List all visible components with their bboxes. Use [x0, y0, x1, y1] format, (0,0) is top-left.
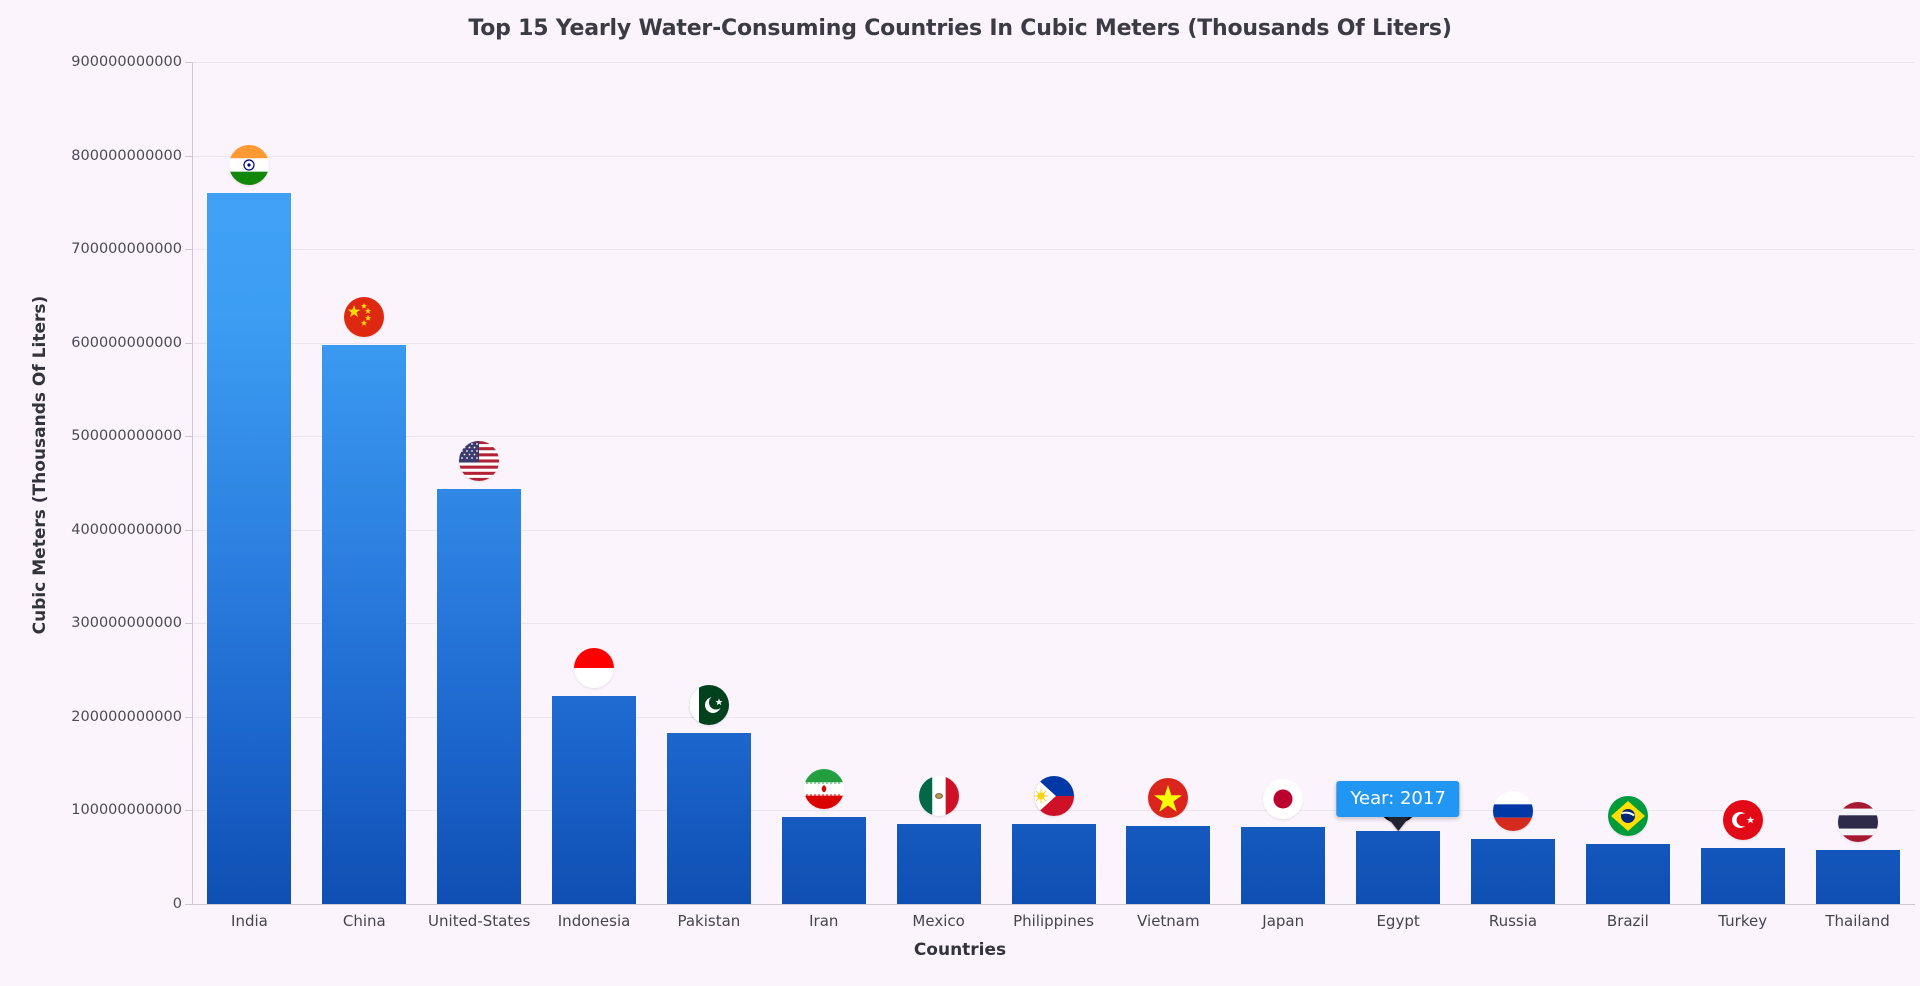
iran-flag-icon: [803, 768, 844, 809]
bar-indonesia[interactable]: [552, 696, 637, 904]
x-tick-label-thailand: Thailand: [1825, 912, 1890, 930]
indonesia-flag-icon: [574, 648, 615, 689]
x-tick-label-pakistan: Pakistan: [677, 912, 741, 930]
pakistan-flag-icon: [688, 684, 729, 725]
bar-gradient-fill: [1700, 847, 1785, 904]
bar-gradient-fill: [552, 696, 637, 904]
x-tick-label-indonesia: Indonesia: [557, 912, 631, 930]
y-tick-label: 400000000000: [71, 521, 182, 538]
chart-root: Top 15 Yearly Water-Consuming Countries …: [0, 0, 1920, 986]
y-tick-label: 100000000000: [71, 802, 182, 819]
bar-gradient-fill: [207, 192, 292, 904]
y-tick-label: 800000000000: [71, 147, 182, 164]
bar-iran[interactable]: [781, 817, 866, 904]
bar-united-states[interactable]: [437, 488, 522, 904]
x-tick-label-philippines: Philippines: [1013, 912, 1094, 930]
thailand-flag-icon: [1837, 801, 1878, 842]
bar-egypt[interactable]: [1356, 831, 1441, 904]
bar-mexico[interactable]: [896, 823, 981, 904]
brazil-flag-icon: [1607, 796, 1648, 837]
y-tick-label: 500000000000: [71, 428, 182, 445]
bar-gradient-fill: [1585, 844, 1670, 904]
bar-gradient-fill: [896, 823, 981, 904]
russia-flag-icon: [1492, 790, 1533, 831]
tooltip-arrow-icon: [1387, 817, 1410, 832]
bar-gradient-fill: [437, 488, 522, 904]
tooltip-label: Year: 2017: [1350, 788, 1446, 810]
bar-gradient-fill: [1011, 824, 1096, 904]
bar-gradient-fill: [781, 817, 866, 904]
united-states-flag-icon: [459, 440, 500, 481]
y-tick-label: 0: [172, 896, 182, 912]
bar-japan[interactable]: [1241, 827, 1326, 904]
x-tick-label-india: India: [231, 912, 268, 930]
x-tick-label-iran: Iran: [809, 912, 839, 930]
vietnam-flag-icon: [1148, 778, 1189, 819]
x-tick-label-egypt: Egypt: [1376, 912, 1420, 930]
turkey-flag-icon: [1722, 799, 1763, 840]
x-tick-label-united-states: United-States: [428, 912, 531, 930]
bar-philippines[interactable]: [1011, 824, 1096, 904]
y-tick-label: 300000000000: [71, 615, 182, 632]
x-tick-label-mexico: Mexico: [912, 912, 965, 930]
bar-india[interactable]: [207, 192, 292, 904]
chart-title: Top 15 Yearly Water-Consuming Countries …: [468, 16, 1452, 41]
bar-gradient-fill: [1126, 826, 1211, 904]
japan-flag-icon: [1263, 779, 1304, 820]
year-tooltip: Year: 2017: [1336, 781, 1460, 832]
x-tick-label-japan: Japan: [1262, 912, 1305, 930]
x-axis-title: Countries: [913, 940, 1007, 960]
x-tick-label-vietnam: Vietnam: [1137, 912, 1200, 930]
bar-pakistan[interactable]: [666, 732, 751, 904]
bar-gradient-fill: [666, 732, 751, 904]
y-tick-label: 200000000000: [71, 708, 182, 725]
bar-russia[interactable]: [1470, 838, 1555, 904]
china-flag-icon: [344, 296, 385, 337]
bar-turkey[interactable]: [1700, 847, 1785, 904]
x-tick-label-turkey: Turkey: [1718, 912, 1768, 930]
india-flag-icon: [229, 144, 270, 185]
bar-vietnam[interactable]: [1126, 826, 1211, 904]
mexico-flag-icon: [918, 775, 959, 816]
x-tick-label-china: China: [342, 912, 386, 930]
bar-brazil[interactable]: [1585, 844, 1670, 904]
bar-gradient-fill: [1356, 831, 1441, 904]
y-tick-label: 900000000000: [71, 54, 182, 70]
x-tick-label-brazil: Brazil: [1606, 912, 1649, 930]
bar-gradient-fill: [1241, 827, 1326, 904]
y-tick-label: 700000000000: [71, 241, 182, 258]
x-tick-label-russia: Russia: [1488, 912, 1538, 930]
bar-gradient-fill: [322, 344, 407, 904]
bar-gradient-fill: [1470, 838, 1555, 904]
x-axis-line: [192, 904, 1915, 905]
y-tick-label: 600000000000: [71, 334, 182, 351]
bar-thailand[interactable]: [1815, 849, 1900, 904]
philippines-flag-icon: [1033, 776, 1074, 817]
bar-gradient-fill: [1815, 849, 1900, 904]
bar-china[interactable]: [322, 344, 407, 904]
